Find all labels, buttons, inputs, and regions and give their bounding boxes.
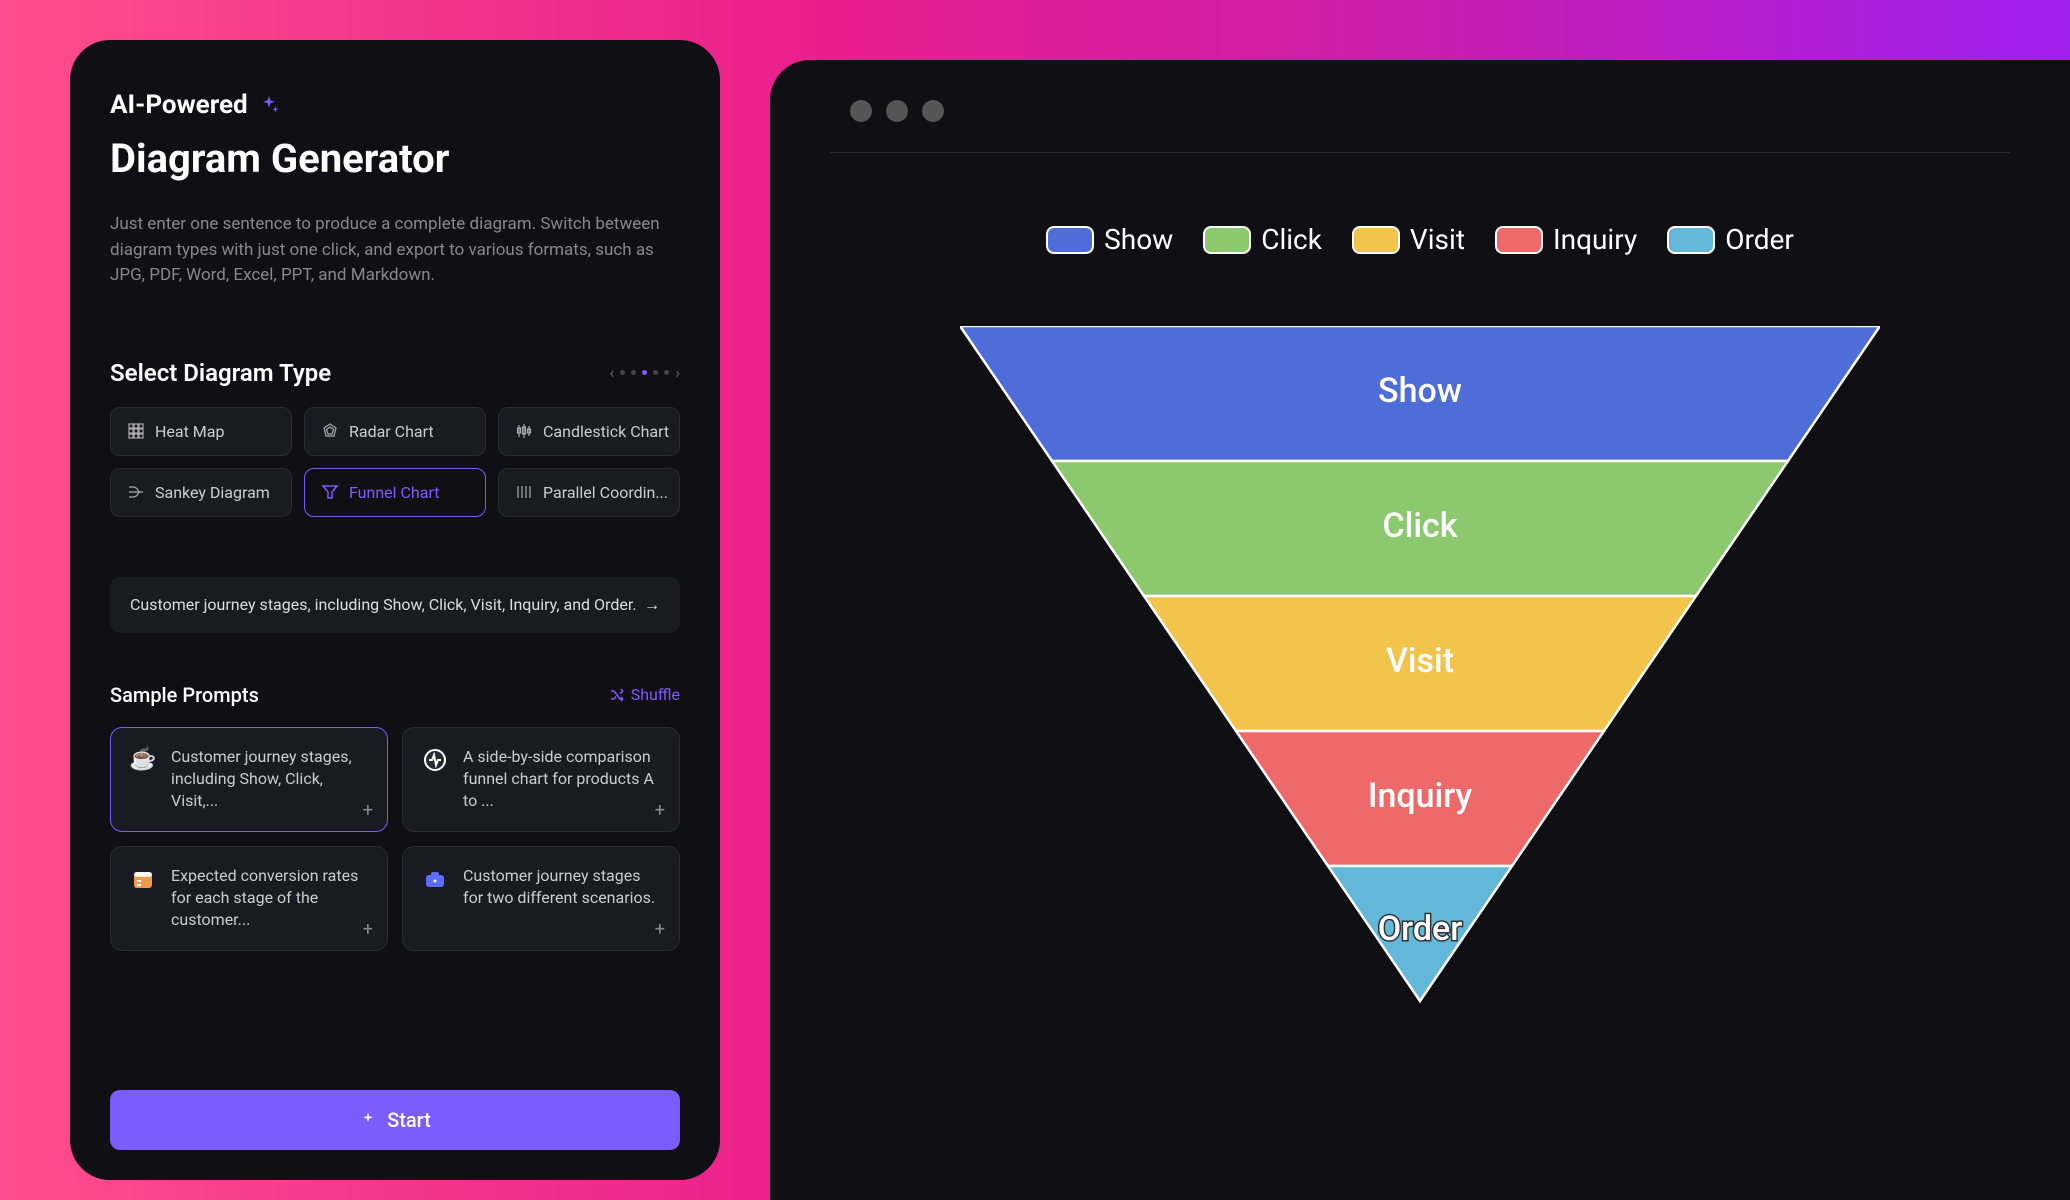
chart-type-label: Heat Map [155,422,224,441]
sparkle-icon [359,1111,377,1129]
sample-prompts-grid: ☕ Customer journey stages, including Sho… [110,727,680,951]
chart-type-heatmap[interactable]: Heat Map [110,407,292,456]
start-label: Start [387,1108,431,1132]
diagram-type-pager: ‹ › [609,363,680,382]
chart-type-label: Sankey Diagram [155,483,270,502]
legend-label: Visit [1410,223,1465,256]
parallel-icon [515,483,533,501]
funnel-label: Order [1378,909,1463,949]
radar-icon [321,422,339,440]
pager-dot[interactable] [631,370,636,375]
chart-type-sankey[interactable]: Sankey Diagram [110,468,292,517]
legend-item-order[interactable]: Order [1667,223,1794,256]
legend-label: Show [1104,223,1173,256]
chart-type-funnel[interactable]: Funnel Chart [304,468,486,517]
prompt-input[interactable]: Customer journey stages, including Show,… [110,577,680,633]
chart-type-parallel[interactable]: Parallel Coordin... [498,468,680,517]
heatmap-icon [127,422,145,440]
diagram-type-grid: Heat Map Radar Chart Candlestick Chart S… [110,407,680,517]
funnel-label: Click [1382,506,1457,546]
chart-type-label: Radar Chart [349,422,434,441]
sample-text: A side-by-side comparison funnel chart f… [463,746,661,813]
generator-panel: AI-Powered Diagram Generator Just enter … [70,40,720,1180]
chart-type-radar[interactable]: Radar Chart [304,407,486,456]
window-dot[interactable] [850,100,872,122]
sample-text: Expected conversion rates for each stage… [171,865,369,932]
sample-prompt-card[interactable]: Expected conversion rates for each stage… [110,846,388,951]
funnel-label: Visit [1386,641,1454,681]
shuffle-button[interactable]: Shuffle [609,685,680,704]
pager-dot[interactable] [664,370,669,375]
diagram-type-title: Select Diagram Type [110,359,331,387]
ai-powered-text: AI-Powered [110,90,248,120]
legend-label: Click [1261,223,1322,256]
candlestick-icon [515,422,533,440]
legend-item-show[interactable]: Show [1046,223,1173,256]
window-dot[interactable] [922,100,944,122]
pager-dot-active[interactable] [642,370,647,375]
sample-text: Customer journey stages, including Show,… [171,746,369,813]
page-description: Just enter one sentence to produce a com… [110,212,680,289]
ai-powered-label: AI-Powered [110,90,680,120]
page-title: Diagram Generator [110,135,680,182]
sample-add-button[interactable]: + [363,800,373,821]
legend-chip [1352,226,1400,254]
divider [830,152,2010,153]
window-controls [850,100,2010,122]
sankey-icon [127,483,145,501]
start-button[interactable]: Start [110,1090,680,1150]
funnel-svg: Show Click Visit Inquiry Order [960,326,1880,1026]
chart-type-label: Funnel Chart [349,483,439,502]
pager-next[interactable]: › [675,363,680,382]
sample-add-button[interactable]: + [363,919,373,940]
sparkle-icon [258,94,280,116]
legend-chip [1203,226,1251,254]
shuffle-label: Shuffle [631,685,680,704]
sample-add-button[interactable]: + [655,800,665,821]
sample-prompts-header: Sample Prompts Shuffle [110,683,680,707]
chart-type-label: Parallel Coordin... [543,483,668,502]
sample-prompt-card[interactable]: Customer journey stages for two differen… [402,846,680,951]
sample-prompts-title: Sample Prompts [110,683,259,707]
legend-chip [1046,226,1094,254]
legend-item-inquiry[interactable]: Inquiry [1495,223,1637,256]
pager-dot[interactable] [620,370,625,375]
sample-icon: ☕ [129,746,157,774]
preview-panel: Show Click Visit Inquiry Order Sho [770,60,2070,1200]
sample-prompt-card[interactable]: ☕ Customer journey stages, including Sho… [110,727,388,832]
arrow-right-icon[interactable]: → [644,595,660,615]
diagram-type-header: Select Diagram Type ‹ › [110,359,680,387]
sample-prompt-card[interactable]: A side-by-side comparison funnel chart f… [402,727,680,832]
funnel-icon [321,483,339,501]
legend-chip [1495,226,1543,254]
pulse-icon [421,746,449,774]
funnel-chart: Show Click Visit Inquiry Order [830,326,2010,1026]
chart-legend: Show Click Visit Inquiry Order [830,223,2010,256]
sample-add-button[interactable]: + [655,919,665,940]
funnel-label: Show [1378,371,1462,411]
legend-chip [1667,226,1715,254]
legend-item-click[interactable]: Click [1203,223,1322,256]
window-dot[interactable] [886,100,908,122]
briefcase-icon [421,865,449,893]
legend-label: Inquiry [1553,223,1637,256]
calendar-icon [129,865,157,893]
legend-label: Order [1725,223,1794,256]
shuffle-icon [609,687,625,703]
sample-text: Customer journey stages for two differen… [463,865,661,910]
legend-item-visit[interactable]: Visit [1352,223,1465,256]
prompt-text: Customer journey stages, including Show,… [130,595,637,614]
funnel-label: Inquiry [1368,776,1473,816]
chart-type-candlestick[interactable]: Candlestick Chart [498,407,680,456]
chart-type-label: Candlestick Chart [543,422,669,441]
pager-prev[interactable]: ‹ [609,363,614,382]
pager-dot[interactable] [653,370,658,375]
